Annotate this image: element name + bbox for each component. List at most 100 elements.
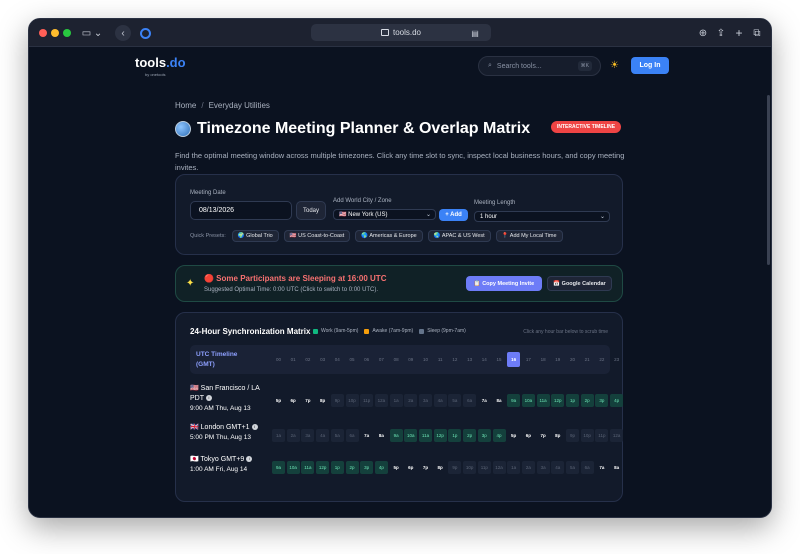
alert-suggestion[interactable]: Suggested Optimal Time: 0:00 UTC (Click … bbox=[204, 287, 378, 293]
hour-cell-sleep[interactable]: 1a bbox=[272, 429, 285, 442]
login-button[interactable]: Log In bbox=[631, 57, 669, 74]
info-icon[interactable]: i bbox=[206, 395, 212, 402]
utc-hour-14[interactable]: 14 bbox=[478, 352, 491, 367]
hour-cell-awake[interactable]: 8a bbox=[493, 394, 506, 407]
utc-hour-05[interactable]: 05 bbox=[346, 352, 359, 367]
utc-hour-08[interactable]: 08 bbox=[390, 352, 403, 367]
sidebar-toggle-icon[interactable]: ▭ ⌄ bbox=[79, 25, 105, 41]
minimize-window-button[interactable] bbox=[51, 29, 59, 37]
hour-cell-sleep[interactable]: 4a bbox=[433, 394, 447, 407]
hour-cell-sleep[interactable]: 11p bbox=[477, 461, 491, 474]
hour-cell-awake[interactable]: 7a bbox=[478, 394, 491, 407]
hour-cell-sleep[interactable]: 9p bbox=[566, 429, 579, 442]
hour-cell-sleep[interactable]: 6a bbox=[345, 429, 359, 442]
search-input[interactable]: ⌕ Search tools... ⌘K bbox=[478, 56, 601, 76]
hour-cell-sleep[interactable]: 2a bbox=[404, 394, 418, 407]
back-icon[interactable]: ‹ bbox=[115, 25, 131, 41]
breadcrumb-section[interactable]: Everyday Utilities bbox=[209, 101, 270, 110]
hour-cell-work[interactable]: 12p bbox=[551, 394, 565, 407]
reader-icon[interactable]: ▤ bbox=[469, 25, 481, 41]
hour-cell-awake[interactable]: 8p bbox=[434, 461, 447, 474]
hour-cell-work[interactable]: 9a bbox=[272, 461, 285, 474]
hour-cell-awake[interactable]: 7p bbox=[537, 429, 550, 442]
share-icon[interactable]: ⇪ bbox=[715, 25, 727, 41]
utc-hour-16[interactable]: 16 bbox=[507, 352, 521, 367]
tab-overview-icon[interactable]: ⧉ bbox=[751, 25, 763, 41]
hour-cell-sleep[interactable]: 4a bbox=[551, 461, 565, 474]
google-calendar-button[interactable]: 📅 Google Calendar bbox=[547, 276, 612, 291]
utc-hour-00[interactable]: 00 bbox=[272, 352, 285, 367]
hour-cell-sleep[interactable]: 6a bbox=[463, 394, 477, 407]
utc-hour-20[interactable]: 20 bbox=[566, 352, 579, 367]
hour-cell-sleep[interactable]: 9p bbox=[330, 394, 344, 407]
hour-cell-work[interactable]: 3p bbox=[360, 461, 374, 474]
hour-cell-sleep[interactable]: 12a bbox=[610, 429, 624, 442]
utc-hour-17[interactable]: 17 bbox=[522, 352, 535, 367]
utc-hour-19[interactable]: 19 bbox=[551, 352, 564, 367]
scrollbar[interactable] bbox=[767, 95, 770, 265]
hour-cell-sleep[interactable]: 3a bbox=[536, 461, 550, 474]
hour-cell-sleep[interactable]: 11p bbox=[360, 394, 374, 407]
hour-cell-work[interactable]: 4p bbox=[374, 461, 388, 474]
hour-cell-awake[interactable]: 8p bbox=[316, 394, 329, 407]
utc-hour-01[interactable]: 01 bbox=[287, 352, 300, 367]
hour-cell-work[interactable]: 3p bbox=[477, 429, 491, 442]
today-button[interactable]: Today bbox=[296, 201, 326, 220]
hour-cell-sleep[interactable]: 10p bbox=[463, 461, 477, 474]
utc-hour-04[interactable]: 04 bbox=[331, 352, 344, 367]
utc-hour-13[interactable]: 13 bbox=[463, 352, 476, 367]
hour-cell-work[interactable]: 1p bbox=[330, 461, 344, 474]
download-icon[interactable]: ⊕ bbox=[697, 25, 709, 41]
preset-apac-us-west[interactable]: 🌏 APAC & US West bbox=[427, 230, 491, 242]
hour-cell-awake[interactable]: 6p bbox=[522, 429, 535, 442]
hour-cell-awake[interactable]: 7p bbox=[301, 394, 314, 407]
utc-hour-21[interactable]: 21 bbox=[581, 352, 594, 367]
hour-cell-awake[interactable]: 7a bbox=[360, 429, 373, 442]
hour-cell-sleep[interactable]: 3a bbox=[301, 429, 315, 442]
hour-cell-work[interactable]: 4p bbox=[492, 429, 506, 442]
hour-cell-sleep[interactable]: 9p bbox=[448, 461, 462, 474]
hour-cell-work[interactable]: 2p bbox=[463, 429, 477, 442]
address-bar[interactable]: tools.do bbox=[311, 24, 491, 41]
utc-hour-02[interactable]: 02 bbox=[301, 352, 314, 367]
hour-cell-work[interactable]: 1p bbox=[566, 394, 579, 407]
maximize-window-button[interactable] bbox=[63, 29, 71, 37]
utc-hour-22[interactable]: 22 bbox=[595, 352, 608, 367]
utc-hour-03[interactable]: 03 bbox=[316, 352, 329, 367]
close-window-button[interactable] bbox=[39, 29, 47, 37]
hour-cell-awake[interactable]: 6p bbox=[287, 394, 300, 407]
hour-cell-sleep[interactable]: 2a bbox=[286, 429, 300, 442]
preset-americas-europe[interactable]: 🌎 Americas & Europe bbox=[355, 230, 423, 242]
city-select[interactable]: 🇺🇸 New York (US) ⌄ bbox=[333, 209, 436, 220]
hour-cell-awake[interactable]: 7a bbox=[595, 461, 608, 474]
hour-cell-work[interactable]: 1p bbox=[448, 429, 462, 442]
add-city-button[interactable]: + Add bbox=[439, 209, 468, 221]
hour-cell-work[interactable]: 10a bbox=[286, 461, 300, 474]
info-icon[interactable]: i bbox=[246, 456, 253, 463]
preset-global-trio[interactable]: 🌍 Global Trio bbox=[231, 230, 279, 242]
hour-cell-work[interactable]: 12p bbox=[433, 429, 447, 442]
utc-hour-15[interactable]: 15 bbox=[493, 352, 506, 367]
preset-us-coast[interactable]: 🇺🇸 US Coast-to-Coast bbox=[283, 230, 351, 242]
hour-cell-work[interactable]: 3p bbox=[595, 394, 609, 407]
hour-cell-work[interactable]: 12p bbox=[316, 461, 330, 474]
hour-cell-sleep[interactable]: 5a bbox=[566, 461, 579, 474]
hour-cell-sleep[interactable]: 12a bbox=[374, 394, 388, 407]
hour-cell-awake[interactable]: 5p bbox=[390, 461, 403, 474]
date-input[interactable]: 08/13/2026 bbox=[190, 201, 292, 220]
utc-hour-07[interactable]: 07 bbox=[375, 352, 388, 367]
utc-hour-06[interactable]: 06 bbox=[360, 352, 373, 367]
utc-hour-23[interactable]: 23 bbox=[610, 352, 623, 367]
hour-cell-awake[interactable]: 5p bbox=[507, 429, 520, 442]
extension-icon[interactable] bbox=[137, 25, 153, 41]
hour-cell-awake[interactable]: 8p bbox=[551, 429, 564, 442]
site-logo[interactable]: tools.do bbox=[135, 55, 186, 70]
hour-cell-sleep[interactable]: 6a bbox=[580, 461, 594, 474]
hour-cell-sleep[interactable]: 4a bbox=[316, 429, 330, 442]
hour-cell-work[interactable]: 2p bbox=[580, 394, 594, 407]
hour-cell-work[interactable]: 2p bbox=[345, 461, 359, 474]
hour-cell-work[interactable]: 10a bbox=[521, 394, 535, 407]
utc-hour-12[interactable]: 12 bbox=[448, 352, 461, 367]
copy-invite-button[interactable]: 📋 Copy Meeting Invite bbox=[466, 276, 542, 291]
hour-cell-sleep[interactable]: 1a bbox=[389, 394, 403, 407]
